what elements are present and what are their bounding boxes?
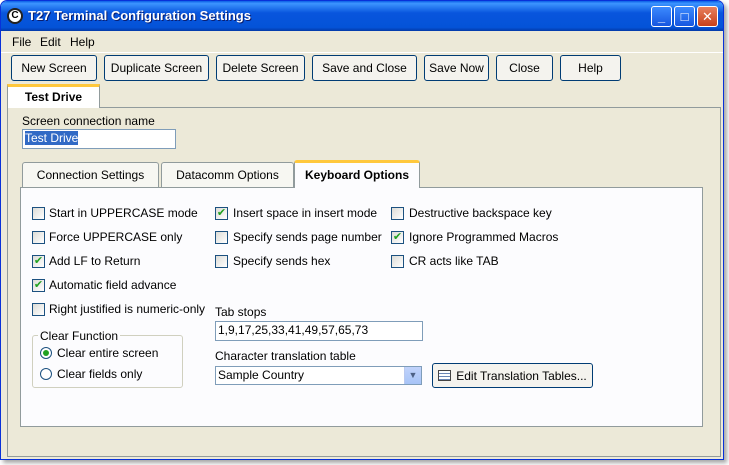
checkbox-label: Automatic field advance bbox=[49, 278, 177, 292]
checkbox-specify-hex[interactable] bbox=[215, 255, 228, 268]
window-title: T27 Terminal Configuration Settings bbox=[28, 8, 251, 23]
checkbox-label: Ignore Programmed Macros bbox=[409, 230, 559, 244]
close-window-button[interactable]: ✕ bbox=[697, 6, 718, 27]
edit-translation-tables-label: Edit Translation Tables... bbox=[456, 369, 587, 383]
radio-label: Clear fields only bbox=[57, 367, 143, 381]
checkbox-ignore-macros[interactable]: ✔ bbox=[391, 231, 404, 244]
edit-translation-tables-button[interactable]: Edit Translation Tables... bbox=[432, 363, 593, 388]
menu-file[interactable]: File bbox=[12, 35, 31, 49]
tab-stops-input[interactable]: 1,9,17,25,33,41,49,57,65,73 bbox=[215, 321, 423, 341]
connection-name-label: Screen connection name bbox=[22, 114, 155, 128]
checkbox-label: Force UPPERCASE only bbox=[49, 230, 183, 244]
minimize-button[interactable]: _ bbox=[651, 6, 672, 27]
connection-name-field[interactable]: Test Drive bbox=[22, 129, 176, 149]
tab-stops-label: Tab stops bbox=[215, 305, 267, 319]
tab-keyboard-options[interactable]: Keyboard Options bbox=[294, 160, 420, 188]
title-bar[interactable]: C T27 Terminal Configuration Settings _ … bbox=[1, 1, 723, 31]
checkbox-label: Specify sends page number bbox=[233, 230, 382, 244]
menu-divider bbox=[1, 52, 723, 53]
table-icon bbox=[438, 370, 452, 381]
checkbox-specify-page-number[interactable] bbox=[215, 231, 228, 244]
checkbox-force-uppercase[interactable] bbox=[32, 231, 45, 244]
checkbox-start-uppercase[interactable] bbox=[32, 207, 45, 220]
save-and-close-button[interactable]: Save and Close bbox=[312, 55, 417, 81]
menu-help[interactable]: Help bbox=[70, 35, 95, 49]
translation-table-select[interactable]: Sample Country ▼ bbox=[215, 366, 422, 385]
tab-datacomm-options[interactable]: Datacomm Options bbox=[161, 162, 294, 187]
new-screen-button[interactable]: New Screen bbox=[11, 55, 97, 81]
tab-connection-settings[interactable]: Connection Settings bbox=[22, 162, 159, 187]
tab-test-drive[interactable]: Test Drive bbox=[7, 84, 100, 108]
checkbox-cr-acts-like-tab[interactable] bbox=[391, 255, 404, 268]
radio-label: Clear entire screen bbox=[57, 346, 159, 360]
radio-clear-fields-only[interactable] bbox=[40, 368, 52, 380]
delete-screen-button[interactable]: Delete Screen bbox=[216, 55, 305, 81]
help-button[interactable]: Help bbox=[560, 55, 621, 81]
menu-edit[interactable]: Edit bbox=[40, 35, 61, 49]
duplicate-screen-button[interactable]: Duplicate Screen bbox=[104, 55, 209, 81]
checkbox-label: Destructive backspace key bbox=[409, 206, 552, 220]
save-now-button[interactable]: Save Now bbox=[424, 55, 489, 81]
connection-name-value: Test Drive bbox=[25, 131, 79, 145]
checkbox-label: Right justified is numeric-only bbox=[49, 302, 206, 316]
app-window: C T27 Terminal Configuration Settings _ … bbox=[0, 0, 724, 460]
checkbox-insert-space[interactable]: ✔ bbox=[215, 207, 228, 220]
checkbox-label: CR acts like TAB bbox=[409, 254, 499, 268]
maximize-button[interactable]: □ bbox=[674, 6, 695, 27]
checkbox-right-justified[interactable] bbox=[32, 303, 45, 316]
checkbox-label: Insert space in insert mode bbox=[233, 206, 378, 220]
checkbox-add-lf[interactable]: ✔ bbox=[32, 255, 45, 268]
translation-table-label: Character translation table bbox=[215, 349, 356, 363]
checkbox-destructive-backspace[interactable] bbox=[391, 207, 404, 220]
terminal-app-icon[interactable]: C bbox=[7, 8, 23, 24]
checkbox-label: Start in UPPERCASE mode bbox=[49, 206, 198, 220]
clear-function-label: Clear Function bbox=[38, 329, 121, 343]
checkbox-label: Add LF to Return bbox=[49, 254, 141, 268]
menu-bar: File Edit Help bbox=[1, 32, 723, 52]
close-button[interactable]: Close bbox=[496, 55, 553, 81]
translation-selected-value: Sample Country bbox=[218, 368, 305, 382]
radio-clear-entire-screen[interactable] bbox=[40, 347, 52, 359]
radio-selected-dot bbox=[43, 350, 49, 356]
checkbox-label: Specify sends hex bbox=[233, 254, 331, 268]
chevron-down-icon[interactable]: ▼ bbox=[404, 367, 421, 384]
checkbox-auto-field-advance[interactable]: ✔ bbox=[32, 279, 45, 292]
